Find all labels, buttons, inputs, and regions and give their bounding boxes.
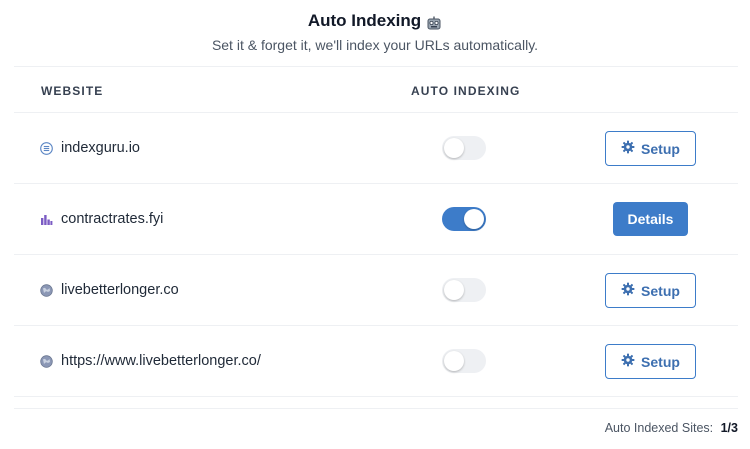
setup-button-label: Setup xyxy=(641,353,680,370)
website-cell: contractrates.fyi xyxy=(40,184,163,254)
bar-chart-icon xyxy=(40,213,53,226)
website-cell: indexguru.io xyxy=(40,113,140,183)
websites-table: WEBSITE AUTO INDEXING indexguru.io Setup… xyxy=(14,66,738,397)
table-row: contractrates.fyi Details xyxy=(14,184,738,255)
table-header: WEBSITE AUTO INDEXING xyxy=(14,66,738,113)
page-title: Auto Indexing xyxy=(308,10,442,32)
website-name[interactable]: https://www.livebetterlonger.co/ xyxy=(61,353,261,369)
toggle-knob xyxy=(464,209,484,229)
page-title-text: Auto Indexing xyxy=(307,11,422,30)
list-circle-icon xyxy=(40,141,53,155)
gear-icon xyxy=(621,282,635,299)
column-header-auto-indexing: AUTO INDEXING xyxy=(411,84,521,98)
website-name[interactable]: contractrates.fyi xyxy=(61,211,163,227)
table-row: livebetterlonger.co Setup xyxy=(14,255,738,326)
auto-indexed-summary: Auto Indexed Sites: 1/3 xyxy=(605,421,738,435)
gear-icon xyxy=(621,353,635,370)
gear-icon xyxy=(621,140,635,157)
details-button[interactable]: Details xyxy=(613,202,688,236)
robot-icon xyxy=(426,14,442,30)
auto-indexing-toggle[interactable] xyxy=(442,349,486,373)
setup-button[interactable]: Setup xyxy=(605,273,696,308)
toggle-knob xyxy=(444,280,464,300)
toggle-knob xyxy=(444,351,464,371)
table-row: https://www.livebetterlonger.co/ Setup xyxy=(14,326,738,397)
website-name[interactable]: livebetterlonger.co xyxy=(61,282,179,298)
column-header-website: WEBSITE xyxy=(41,84,104,98)
table-row: indexguru.io Setup xyxy=(14,113,738,184)
setup-button-label: Setup xyxy=(641,140,680,157)
auto-indexed-count: 1/3 xyxy=(720,421,738,435)
website-name[interactable]: indexguru.io xyxy=(61,140,140,156)
globe-icon xyxy=(40,354,53,368)
auto-indexing-toggle[interactable] xyxy=(442,278,486,302)
globe-icon xyxy=(40,283,53,297)
setup-button[interactable]: Setup xyxy=(605,344,696,379)
website-cell: livebetterlonger.co xyxy=(40,255,179,325)
auto-indexed-label: Auto Indexed Sites: xyxy=(604,421,714,435)
page-header: Auto Indexing Set it & forget it, we'll … xyxy=(0,10,750,54)
setup-button-label: Setup xyxy=(641,282,680,299)
auto-indexing-toggle[interactable] xyxy=(442,136,486,160)
setup-button[interactable]: Setup xyxy=(605,131,696,166)
page-subtitle: Set it & forget it, we'll index your URL… xyxy=(211,37,539,53)
toggle-knob xyxy=(444,138,464,158)
website-cell: https://www.livebetterlonger.co/ xyxy=(40,326,261,396)
footer-divider xyxy=(14,408,738,409)
auto-indexing-toggle[interactable] xyxy=(442,207,486,231)
